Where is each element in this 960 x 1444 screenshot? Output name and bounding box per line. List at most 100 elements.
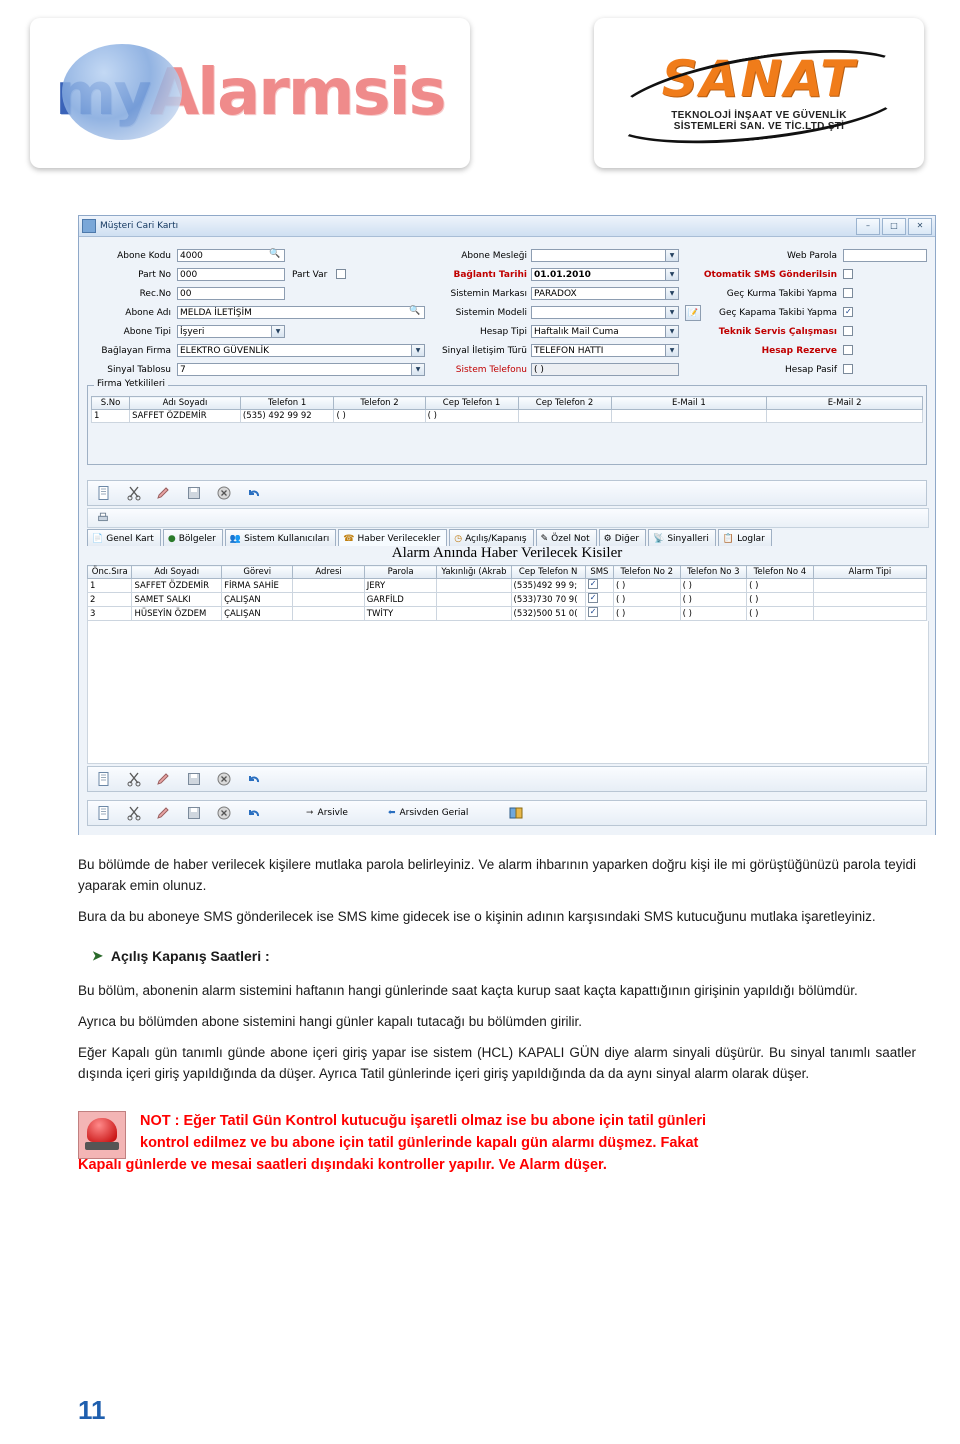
undo-icon[interactable]: [246, 771, 262, 787]
note-line-3: Kapalı günlerde ve mesai saatleri dışınd…: [78, 1156, 607, 1173]
cut-icon[interactable]: [126, 771, 142, 787]
select-hesap-tipi[interactable]: Haftalık Mail Cuma ▼: [531, 325, 679, 338]
haber-col-tel2[interactable]: Telefon No 2: [613, 565, 681, 579]
export-icon[interactable]: [508, 805, 524, 821]
haber-empty-rows-area[interactable]: [87, 621, 929, 764]
input-abone-adi[interactable]: MELDA İLETİŞİM: [177, 306, 425, 319]
checkbox-part-var[interactable]: [336, 269, 346, 279]
table-row[interactable]: 1 SAFFET ÖZDEMİR (535) 492 99 92 ( ) ( ): [90, 409, 923, 423]
input-baglanti-tarihi[interactable]: 01.01.2010 ▼: [531, 268, 679, 281]
checkbox-hesap-pasif[interactable]: [843, 364, 853, 374]
checkbox-sms[interactable]: [587, 579, 598, 589]
save-icon[interactable]: [186, 771, 202, 787]
firma-col-cep1[interactable]: Cep Telefon 1: [424, 396, 519, 410]
input-web-parola[interactable]: [843, 249, 927, 262]
haber-col-alarmtipi[interactable]: Alarm Tipi: [812, 565, 928, 579]
haber-col-cep[interactable]: Cep Telefon N: [510, 565, 586, 579]
maximize-button[interactable]: □: [882, 217, 906, 235]
new-icon[interactable]: [96, 805, 112, 821]
haber-col-sms[interactable]: SMS: [584, 565, 615, 579]
firma-col-tel2[interactable]: Telefon 2: [333, 396, 426, 410]
search-icon-abone-kodu[interactable]: 🔍: [269, 249, 280, 259]
chevron-down-icon-sinyal-iletisim-turu[interactable]: ▼: [665, 345, 678, 356]
printer-icon[interactable]: [96, 511, 110, 528]
new-icon[interactable]: [96, 771, 112, 787]
save-icon[interactable]: [186, 805, 202, 821]
select-sinyal-tablosu-value: 7: [180, 365, 186, 375]
select-baglayan-firma[interactable]: ELEKTRO GÜVENLİK ▼: [177, 344, 425, 357]
tab-bolgeler[interactable]: ● Bölgeler: [162, 529, 223, 546]
delete-icon[interactable]: [216, 771, 232, 787]
checkbox-teknik-servis[interactable]: [843, 326, 853, 336]
haber-verilecekler-table[interactable]: Önc.Sıra Adı Soyadı Görevi Adresi Parola…: [86, 565, 928, 621]
haber-col-adresi[interactable]: Adresi: [292, 565, 365, 579]
checkbox-gec-kurma[interactable]: [843, 288, 853, 298]
firma-col-email2[interactable]: E-Mail 2: [766, 396, 923, 410]
edit-icon[interactable]: [156, 771, 172, 787]
arsivle-button[interactable]: ➞ Arsivle: [306, 808, 348, 818]
haber-col-tel3[interactable]: Telefon No 3: [679, 565, 748, 579]
haber-col-adsoyad[interactable]: Adı Soyadı: [131, 565, 223, 579]
cell-sms[interactable]: [584, 606, 615, 621]
chevron-down-icon-abone-meslegi[interactable]: ▼: [665, 250, 678, 261]
new-icon[interactable]: [96, 485, 112, 501]
chevron-down-icon-abone-tipi[interactable]: ▼: [271, 326, 284, 337]
tab-haber-verilecekler[interactable]: ☎ Haber Verilecekler: [338, 529, 448, 546]
input-sistem-telefonu[interactable]: ( ): [531, 363, 679, 376]
checkbox-sms[interactable]: [587, 593, 598, 603]
cut-icon[interactable]: [126, 805, 142, 821]
tab-bar[interactable]: 📄 Genel Kart ● Bölgeler 👥 Sistem Kullanıcıl…: [87, 529, 927, 546]
tab-ozel-not[interactable]: ✎ Özel Not: [535, 529, 597, 546]
select-abone-tipi[interactable]: İşyeri ▼: [177, 325, 285, 338]
firma-yetkilileri-table[interactable]: S.No Adı Soyadı Telefon 1 Telefon 2 Cep …: [90, 396, 923, 423]
haber-col-oncsira[interactable]: Önc.Sıra: [86, 565, 133, 579]
firma-col-email1[interactable]: E-Mail 1: [610, 396, 768, 410]
edit-icon[interactable]: [156, 485, 172, 501]
firma-col-cep2[interactable]: Cep Telefon 2: [517, 396, 612, 410]
tab-genel-kart[interactable]: 📄 Genel Kart: [87, 529, 161, 546]
checkbox-sms[interactable]: [587, 607, 598, 617]
input-rec-no[interactable]: 00: [177, 287, 285, 300]
delete-icon[interactable]: [216, 485, 232, 501]
edit-icon[interactable]: [156, 805, 172, 821]
tab-sistem-kullanicilari[interactable]: 👥 Sistem Kullanıcıları: [224, 529, 337, 546]
arsivden-gerial-button[interactable]: ⬅ Arsivden Gerial: [388, 808, 468, 818]
chevron-down-icon-sistemin-markasi[interactable]: ▼: [665, 288, 678, 299]
chevron-down-icon-hesap-tipi[interactable]: ▼: [665, 326, 678, 337]
cut-icon[interactable]: [126, 485, 142, 501]
checkbox-gec-kapama[interactable]: [843, 307, 853, 317]
firma-col-adsoyad[interactable]: Adı Soyadı: [129, 396, 241, 410]
cell-sms[interactable]: [584, 592, 615, 607]
table-row[interactable]: 3 HÜSEYİN ÖZDEM ÇALIŞAN TWİTY (532)500 5…: [86, 606, 928, 621]
undo-icon[interactable]: [246, 485, 262, 501]
tab-loglar[interactable]: 📋 Loglar: [717, 529, 772, 546]
select-sinyal-iletisim-turu[interactable]: TELEFON HATTI ▼: [531, 344, 679, 357]
checkbox-hesap-rezerve[interactable]: [843, 345, 853, 355]
cell-sms[interactable]: [584, 578, 615, 593]
haber-col-yakinligi[interactable]: Yakınlığı (Akrab: [436, 565, 512, 579]
select-sistemin-modeli[interactable]: ▼: [531, 306, 679, 319]
firma-col-tel1[interactable]: Telefon 1: [239, 396, 335, 410]
save-icon[interactable]: [186, 485, 202, 501]
cell-yakinligi: [436, 578, 512, 593]
tab-diger[interactable]: ⚙ Diğer: [598, 529, 647, 546]
checkbox-otomatik-sms[interactable]: [843, 269, 853, 279]
select-sistemin-markasi[interactable]: PARADOX ▼: [531, 287, 679, 300]
chevron-down-icon-sistemin-modeli[interactable]: ▼: [665, 307, 678, 318]
tab-sinyalleri[interactable]: 📡 Sinyalleri: [648, 529, 716, 546]
haber-col-tel4[interactable]: Telefon No 4: [746, 565, 814, 579]
undo-icon[interactable]: [246, 805, 262, 821]
calendar-dropdown-icon[interactable]: ▼: [665, 269, 678, 280]
table-row[interactable]: 1 SAFFET ÖZDEMİR FİRMA SAHİE JERY (535)4…: [86, 578, 928, 593]
close-button[interactable]: ✕: [908, 217, 932, 235]
select-abone-meslegi[interactable]: ▼: [531, 249, 679, 262]
select-sinyal-tablosu[interactable]: 7 ▼: [177, 363, 425, 376]
delete-icon[interactable]: [216, 805, 232, 821]
firma-col-sno[interactable]: S.No: [90, 396, 131, 410]
tab-acilis-kapanis[interactable]: ◷ Açılış/Kapanış: [449, 529, 534, 546]
minimize-button[interactable]: –: [856, 217, 880, 235]
input-part-no[interactable]: 000: [177, 268, 285, 281]
table-row[interactable]: 2 SAMET SALKI ÇALIŞAN GARFİLD (533)730 7…: [86, 592, 928, 607]
haber-col-gorevi[interactable]: Görevi: [221, 565, 294, 579]
haber-col-parola[interactable]: Parola: [363, 565, 438, 579]
